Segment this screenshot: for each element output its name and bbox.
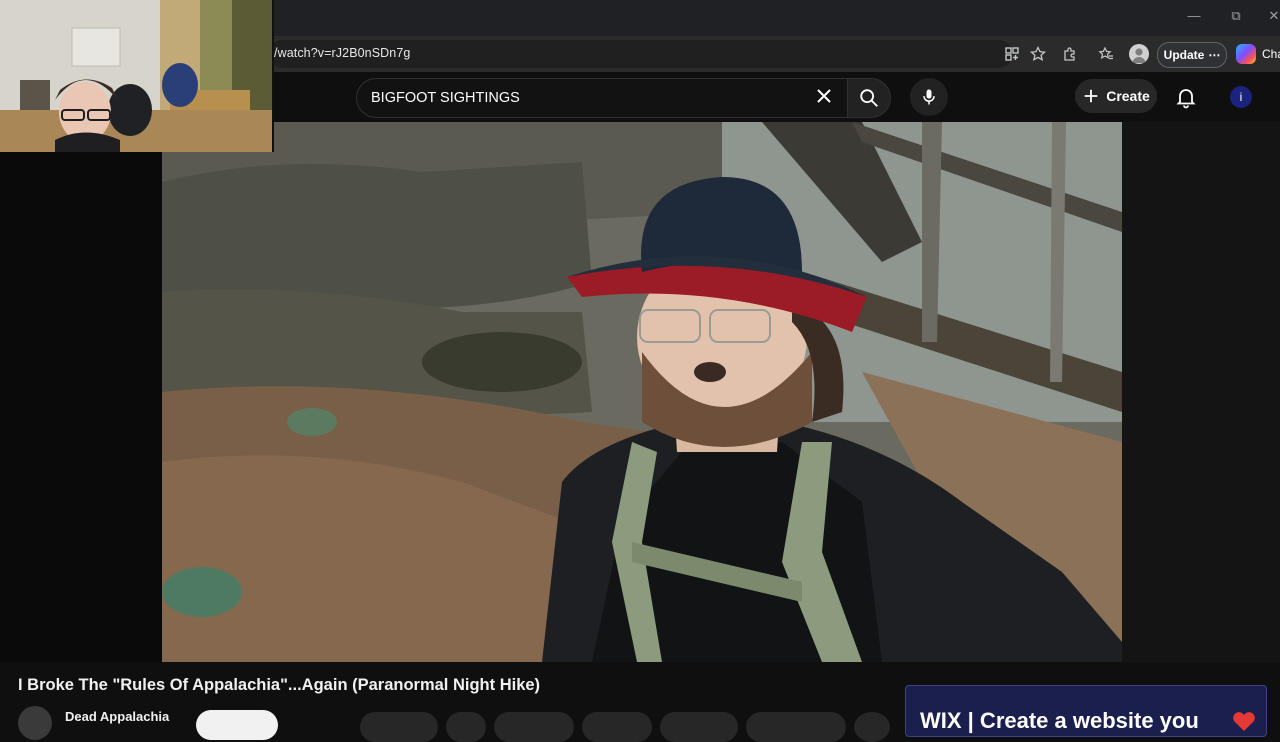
search-input[interactable]: BIGFOOT SIGHTINGS [356, 78, 848, 118]
microphone-icon [923, 89, 935, 105]
update-button[interactable]: Update ⋯ [1157, 42, 1227, 68]
voice-search-button[interactable] [910, 78, 948, 116]
video-player[interactable] [162, 122, 1122, 662]
more-icon: ⋯ [1208, 48, 1221, 62]
plus-icon [1084, 89, 1098, 103]
dislike-button[interactable] [446, 712, 486, 742]
search-icon [860, 89, 878, 107]
copilot-label[interactable]: Cha [1262, 47, 1280, 61]
minimize-icon[interactable]: — [1184, 8, 1204, 23]
sponsored-ad-banner[interactable]: WIX | Create a website you [905, 685, 1267, 737]
share-button[interactable] [494, 712, 574, 742]
notifications-bell-icon[interactable] [1174, 85, 1198, 109]
save-button[interactable] [746, 712, 846, 742]
favorite-star-icon[interactable] [1028, 44, 1048, 64]
clear-search-icon[interactable] [812, 84, 836, 108]
update-label: Update [1163, 48, 1205, 62]
video-title: I Broke The "Rules Of Appalachia"...Agai… [18, 676, 541, 694]
url-text[interactable]: /watch?v=rJ2B0nSDn7g [274, 46, 410, 60]
clip-button[interactable] [660, 712, 738, 742]
channel-avatar[interactable] [18, 706, 52, 740]
extensions-icon[interactable] [1060, 44, 1080, 64]
create-button[interactable]: Create [1075, 79, 1157, 113]
close-window-icon[interactable]: ✕ [1264, 8, 1280, 24]
webcam-overlay [0, 0, 274, 152]
heart-icon [1233, 712, 1255, 731]
webcam-frame [0, 0, 272, 152]
download-button[interactable] [582, 712, 652, 742]
search-button[interactable] [847, 78, 891, 118]
url-bar[interactable]: /watch?v=rJ2B0nSDn7g [268, 40, 1013, 68]
video-frame [162, 122, 1122, 662]
restore-icon[interactable]: ⧉ [1226, 8, 1246, 24]
channel-name[interactable]: Dead Appalachia [65, 709, 169, 724]
copilot-icon[interactable] [1236, 44, 1256, 64]
like-button[interactable] [360, 712, 438, 742]
ad-text: WIX | Create a website you [920, 708, 1199, 733]
more-actions-button[interactable] [854, 712, 890, 742]
player-side-area [1122, 122, 1280, 662]
account-avatar[interactable]: i [1230, 86, 1252, 108]
app-available-icon[interactable] [1002, 44, 1022, 64]
search-query[interactable]: BIGFOOT SIGHTINGS [371, 90, 520, 106]
profile-icon[interactable] [1129, 44, 1149, 64]
subscribe-button[interactable] [196, 710, 278, 740]
favorites-icon[interactable] [1096, 44, 1116, 64]
create-label: Create [1106, 88, 1150, 104]
